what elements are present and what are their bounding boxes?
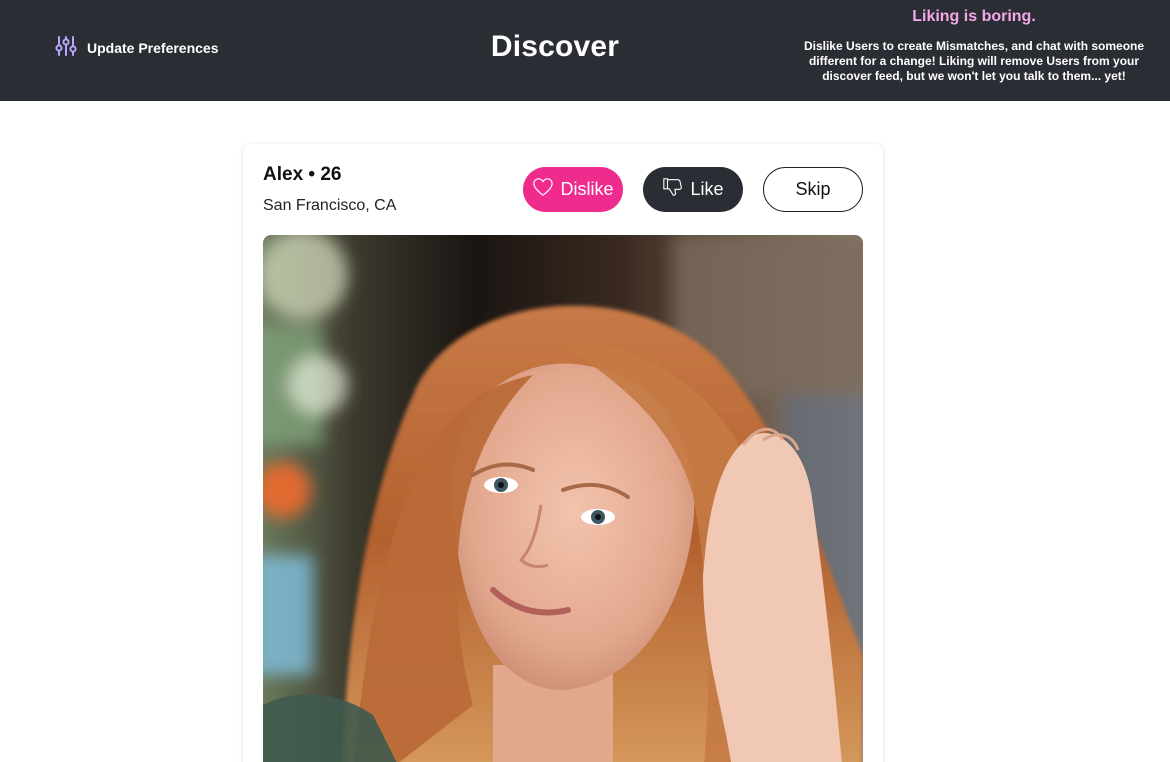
dislike-button[interactable]: Dislike [523,167,623,212]
profile-location: San Francisco, CA [263,197,397,214]
promo-body: Dislike Users to create Mismatches, and … [803,39,1145,83]
thumbs-down-icon [662,176,684,203]
profile-name: Alex • 26 [263,164,342,185]
profile-photo [263,235,863,762]
dislike-label: Dislike [560,179,614,199]
profile-card: Alex • 26 San Francisco, CA Dislike Like… [243,144,883,762]
skip-button[interactable]: Skip [763,167,863,212]
top-bar: Update Preferences Discover Liking is bo… [0,0,1170,101]
heart-icon [532,177,554,202]
promo-banner: Liking is boring. Dislike Users to creat… [790,8,1158,84]
profile-photo-illustration [263,235,863,762]
like-button[interactable]: Like [643,167,743,212]
like-label: Like [690,179,724,199]
promo-title: Liking is boring. [912,8,1036,25]
